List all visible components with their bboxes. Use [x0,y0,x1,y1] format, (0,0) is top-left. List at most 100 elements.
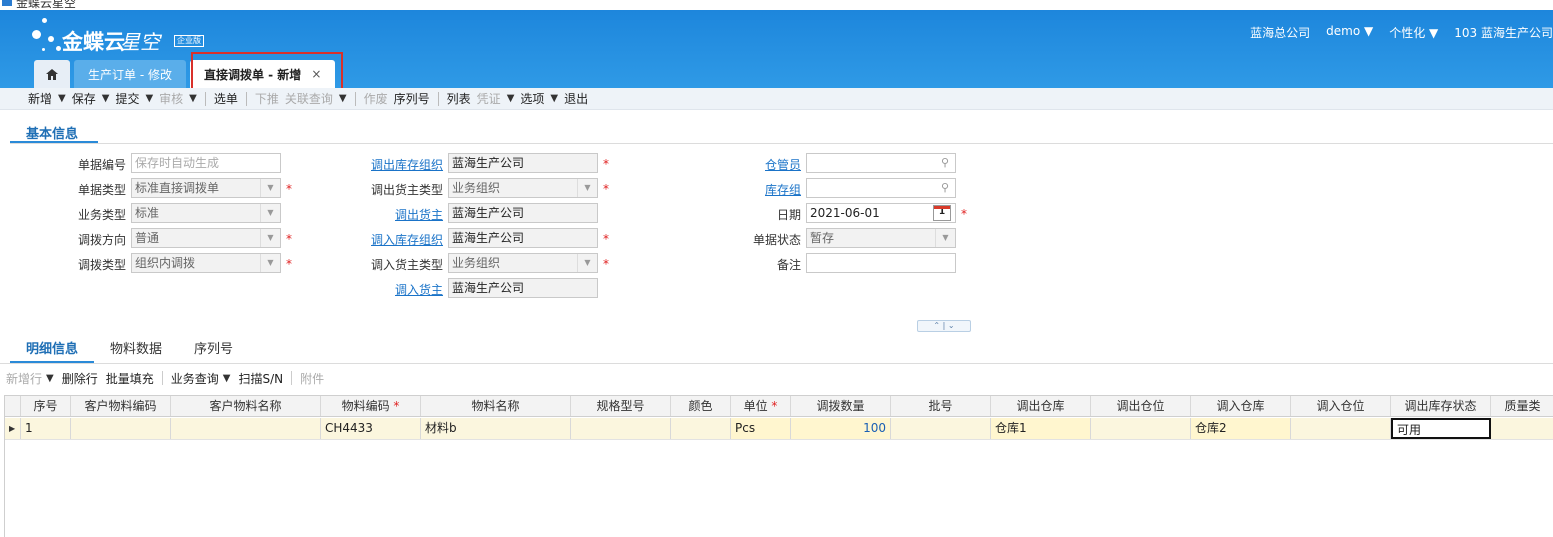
cell-in-warehouse[interactable]: 仓库2 [1191,418,1291,439]
cell-spec[interactable] [571,418,671,439]
out-stock-org-link[interactable]: 调出库存组织 [371,156,443,173]
select-bill-button[interactable]: 选单 [214,90,238,107]
bill-no-field[interactable]: 保存时自动生成 [131,153,281,173]
table-row[interactable]: ▶ 1 CH4433 材料b Pcs 100 仓库1 仓库2 可用 [5,418,1553,440]
user-menu[interactable]: demo ▼ [1326,24,1373,41]
cell-seq[interactable]: 1 [21,418,71,439]
required-mark: * [286,182,292,196]
bill-type-select[interactable]: 标准直接调拨单 ▼ [131,178,281,198]
column-header[interactable]: 物料编码 * [321,396,421,416]
exit-button[interactable]: 退出 [564,90,588,107]
options-dropdown-icon[interactable]: ▼ [550,93,558,104]
column-header[interactable]: 质量类 [1491,396,1553,416]
tab-material-data[interactable]: 物料数据 [94,340,178,364]
voucher-dropdown-icon[interactable]: ▼ [507,93,515,104]
column-header[interactable]: 调出仓库 [991,396,1091,416]
submit-dropdown-icon[interactable]: ▼ [145,93,153,104]
column-header[interactable]: 调拨数量 [791,396,891,416]
out-owner-type-select[interactable]: 业务组织 ▼ [448,178,598,198]
out-owner-field[interactable]: 蓝海生产公司 [448,203,598,223]
biz-query-dropdown-icon[interactable]: ▼ [223,373,231,384]
in-owner-type-select[interactable]: 业务组织 ▼ [448,253,598,273]
org-switch[interactable]: 103 蓝海生产公司 [1454,24,1553,41]
cell-cust-mat-name[interactable] [171,418,321,439]
transfer-type-select[interactable]: 组织内调拨 ▼ [131,253,281,273]
cell-out-location[interactable] [1091,418,1191,439]
voucher-button[interactable]: 凭证 [477,90,501,107]
bill-status-select[interactable]: 暂存 ▼ [806,228,956,248]
cell-qty[interactable]: 100 [791,418,891,439]
audit-button[interactable]: 审核 [159,90,183,107]
cell-quality[interactable] [1491,418,1553,439]
submit-button[interactable]: 提交 [115,90,139,107]
column-header[interactable]: 批号 [891,396,991,416]
biz-query-button[interactable]: 业务查询 [171,370,219,387]
serial-number-button[interactable]: 序列号 [394,90,430,107]
transfer-dir-select[interactable]: 普通 ▼ [131,228,281,248]
list-button[interactable]: 列表 [447,90,471,107]
new-button[interactable]: 新增 [28,90,52,107]
biz-type-label: 业务类型 [78,208,127,222]
in-stock-org-link[interactable]: 调入库存组织 [371,231,443,248]
add-row-button[interactable]: 新增行 [6,370,42,387]
cell-out-warehouse[interactable]: 仓库1 [991,418,1091,439]
cell-cust-mat-code[interactable] [71,418,171,439]
column-header[interactable]: 调入仓位 [1291,396,1391,416]
home-tab[interactable] [34,60,70,88]
column-header[interactable]: 调入仓库 [1191,396,1291,416]
date-field[interactable]: 2021-06-01 1 [806,203,956,223]
cell-lot[interactable] [891,418,991,439]
add-row-dropdown-icon[interactable]: ▼ [46,373,54,384]
scan-sn-button[interactable]: 扫描S/N [238,370,283,387]
cell-mat-name[interactable]: 材料b [421,418,571,439]
company-switch[interactable]: 蓝海总公司 [1250,24,1310,41]
calendar-icon[interactable]: 1 [933,205,951,221]
audit-dropdown-icon[interactable]: ▼ [189,93,197,104]
save-dropdown-icon[interactable]: ▼ [102,93,110,104]
out-stock-org-field[interactable]: 蓝海生产公司 [448,153,598,173]
column-header[interactable]: 物料名称 [421,396,571,416]
collapse-toggle-button[interactable]: ⌃ | ⌄ [917,320,971,332]
in-stock-org-field[interactable]: 蓝海生产公司 [448,228,598,248]
linked-query-button[interactable]: 关联查询 [285,90,333,107]
column-header[interactable]: 颜色 [671,396,731,416]
cell-mat-code[interactable]: CH4433 [321,418,421,439]
push-down-button[interactable]: 下推 [255,90,279,107]
biz-type-select[interactable]: 标准 ▼ [131,203,281,223]
column-header[interactable]: 客户物料名称 [171,396,321,416]
save-button[interactable]: 保存 [72,90,96,107]
column-header[interactable]: 调出库存状态 [1391,396,1491,416]
stock-keeper-field[interactable]: ⚲ [806,153,956,173]
remark-field[interactable] [806,253,956,273]
column-header[interactable]: 客户物料编码 [71,396,171,416]
delete-row-button[interactable]: 删除行 [62,370,98,387]
basic-info-tab[interactable]: 基本信息 [10,120,98,144]
in-owner-link[interactable]: 调入货主 [395,281,443,298]
search-icon[interactable]: ⚲ [941,154,949,172]
tab-production-order[interactable]: 生产订单 - 修改 [74,60,186,88]
stock-keeper-link[interactable]: 仓管员 [765,156,801,173]
cell-out-stock-status[interactable]: 可用 [1391,418,1491,439]
out-owner-link[interactable]: 调出货主 [395,206,443,223]
personalize-menu[interactable]: 个性化 ▼ [1389,24,1438,41]
void-button[interactable]: 作废 [364,90,388,107]
new-dropdown-icon[interactable]: ▼ [58,93,66,104]
window-title: 金蝶云星空 [16,0,77,10]
tab-serial-number[interactable]: 序列号 [178,340,249,364]
attachment-button[interactable]: 附件 [300,370,324,387]
search-icon[interactable]: ⚲ [941,179,949,197]
in-owner-field[interactable]: 蓝海生产公司 [448,278,598,298]
cell-unit[interactable]: Pcs [731,418,791,439]
linked-query-dropdown-icon[interactable]: ▼ [339,93,347,104]
options-button[interactable]: 选项 [520,90,544,107]
column-header[interactable]: 调出仓位 [1091,396,1191,416]
column-header[interactable]: 单位 * [731,396,791,416]
stock-group-link[interactable]: 库存组 [765,181,801,198]
column-header[interactable]: 规格型号 [571,396,671,416]
column-header[interactable]: 序号 [21,396,71,416]
stock-group-field[interactable]: ⚲ [806,178,956,198]
batch-fill-button[interactable]: 批量填充 [106,370,154,387]
tab-detail-info[interactable]: 明细信息 [10,340,95,364]
cell-color[interactable] [671,418,731,439]
cell-in-location[interactable] [1291,418,1391,439]
